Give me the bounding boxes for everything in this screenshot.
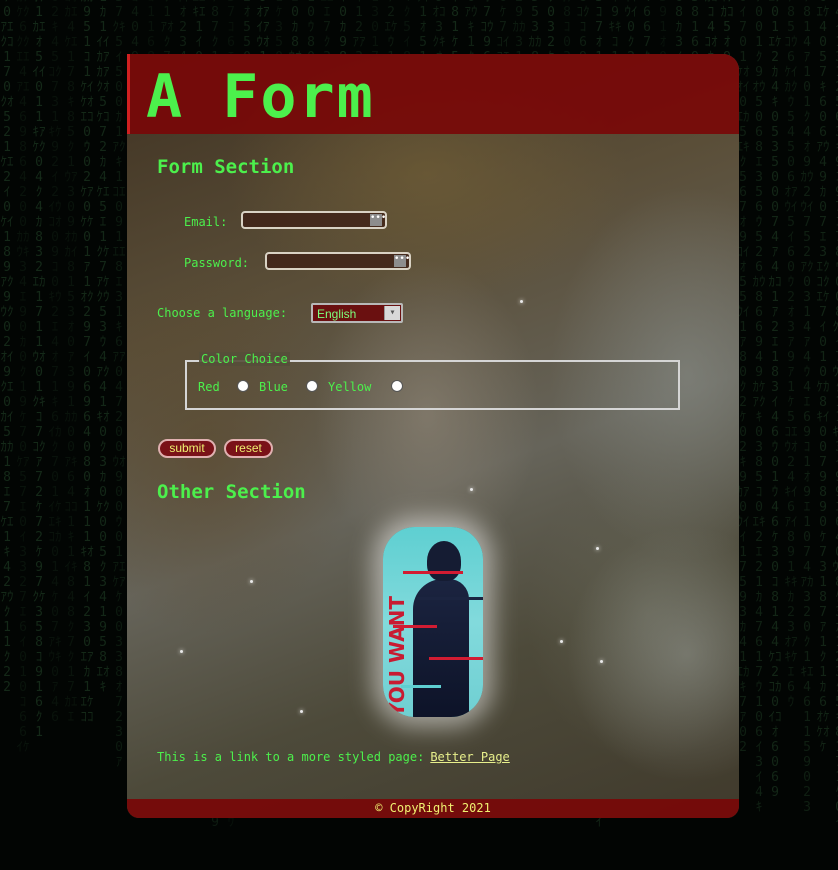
radio-label-red: Red [198, 380, 220, 394]
glitch-portrait-image: YOU WANT [383, 527, 483, 717]
language-select[interactable]: English ▾ [311, 303, 403, 323]
other-section-heading: Other Section [157, 481, 306, 503]
password-label: Password: [184, 256, 250, 270]
chevron-down-icon[interactable]: ▾ [384, 306, 400, 320]
radio-red[interactable] [237, 380, 249, 392]
language-label: Choose a language: [157, 306, 288, 320]
submit-button[interactable]: submit [158, 439, 216, 458]
radio-blue[interactable] [306, 380, 318, 392]
page-footer: © CopyRight 2021 [127, 799, 739, 818]
page-header: A Form [127, 54, 739, 134]
page-title: A Form [146, 62, 375, 132]
language-selected: English [317, 307, 357, 321]
color-choice-legend: Color Choice [199, 352, 290, 366]
email-label: Email: [184, 215, 228, 229]
footer-text: © CopyRight 2021 [375, 801, 491, 815]
email-field[interactable]: ••• [241, 211, 387, 231]
radio-label-blue: Blue [259, 380, 288, 394]
reset-button[interactable]: reset [224, 439, 273, 458]
better-page-link[interactable]: Better Page [430, 750, 509, 764]
radio-label-yellow: Yellow [328, 380, 372, 394]
password-manager-icon[interactable]: ••• [394, 255, 410, 267]
password-input[interactable] [267, 258, 409, 272]
link-line-text: This is a link to a more styled page: [157, 750, 425, 764]
password-manager-icon[interactable]: ••• [370, 214, 386, 226]
email-input[interactable] [243, 217, 385, 231]
link-line: This is a link to a more styled page: Bet… [157, 750, 510, 764]
figure-head [427, 541, 461, 581]
image-text: YOU WANT [385, 596, 409, 717]
password-field[interactable]: ••• [265, 252, 411, 272]
form-card: A Form Form Section Email: ••• Password:… [127, 54, 739, 818]
form-section-heading: Form Section [157, 156, 295, 178]
radio-yellow[interactable] [391, 380, 403, 392]
